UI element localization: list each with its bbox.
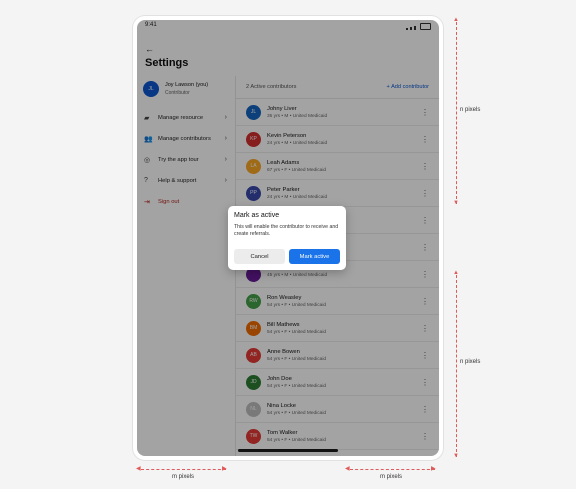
arrow-right-icon: ▶ [431, 466, 436, 472]
width-guide-left [141, 469, 226, 470]
tablet-frame: 9:41 ← Settings JL Joy Lawson (you) Cont… [133, 16, 443, 460]
height-label-bottom: n pixels [460, 359, 481, 365]
width-guide-right [350, 469, 435, 470]
arrow-right-icon: ▶ [222, 466, 227, 472]
arrow-left-icon: ◀ [345, 466, 350, 472]
mark-active-dialog: Mark as active This will enable the cont… [228, 206, 346, 270]
dialog-actions: Cancel Mark active [234, 249, 340, 264]
arrow-down-icon: ▼ [453, 453, 459, 459]
home-indicator [238, 449, 338, 452]
height-label-top: n pixels [460, 107, 481, 113]
app-screen: 9:41 ← Settings JL Joy Lawson (you) Cont… [137, 20, 439, 456]
dialog-title: Mark as active [234, 212, 280, 219]
arrow-up-icon: ▲ [453, 17, 459, 23]
mark-active-button[interactable]: Mark active [289, 249, 340, 264]
width-label-left: m pixels [172, 474, 195, 480]
height-guide-top [456, 22, 457, 204]
arrow-down-icon: ▼ [453, 200, 459, 206]
dialog-body: This will enable the contributor to rece… [234, 224, 339, 237]
width-label-right: m pixels [380, 474, 403, 480]
arrow-left-icon: ◀ [136, 466, 141, 472]
arrow-up-icon: ▲ [453, 270, 459, 276]
height-guide-bottom [456, 275, 457, 457]
cancel-button[interactable]: Cancel [234, 249, 285, 264]
